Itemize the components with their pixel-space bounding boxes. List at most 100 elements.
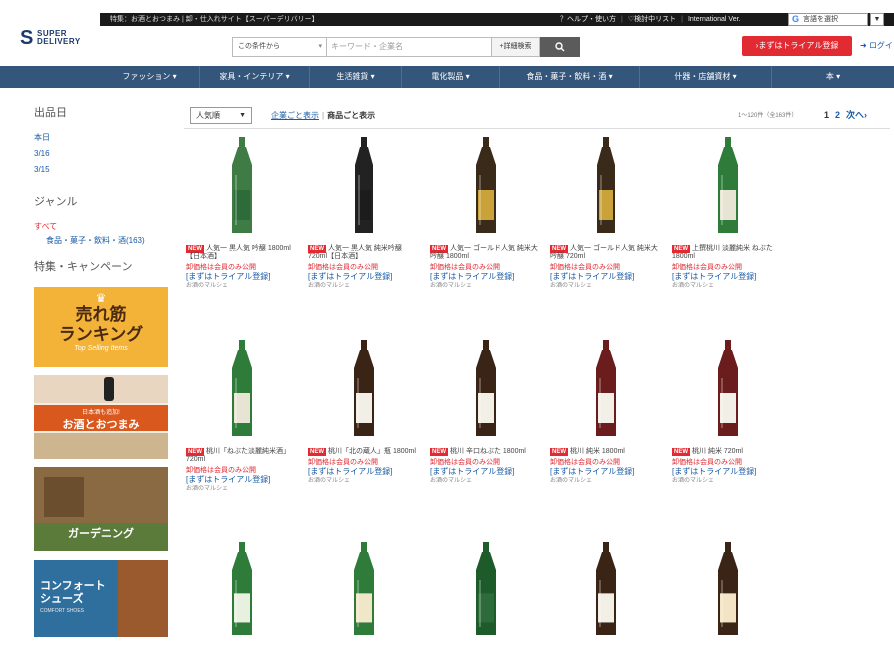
shop-name[interactable]: お酒のマルシェ <box>186 282 298 291</box>
language-selector[interactable]: G 言語を選択 <box>788 13 868 26</box>
shop-name[interactable]: お酒のマルシェ <box>308 282 420 291</box>
nav-item-food[interactable]: 食品・菓子・飲料・酒 ▾ <box>500 66 640 88</box>
product-image[interactable] <box>672 540 784 648</box>
product-card[interactable]: NEW 桃川 純米 1800ml 卸価格は会員のみ公開 [まずはトライアル登録] お酒の… <box>550 338 662 486</box>
sake-banner[interactable]: 日本酒も追加! お酒とおつまみ <box>34 375 168 459</box>
product-image[interactable] <box>430 135 542 243</box>
search-button[interactable] <box>540 37 580 57</box>
genre-food-link[interactable]: 食品・菓子・飲料・酒(163) <box>34 235 174 246</box>
date-heading: 出品日 <box>34 107 67 119</box>
product-image[interactable] <box>186 540 298 648</box>
trial-register-link[interactable]: [まずはトライアル登録] <box>672 467 784 477</box>
product-card[interactable] <box>186 540 298 648</box>
product-card[interactable]: NEW 人気一 黒人気 純米吟醸 720ml【日本酒】 卸価格は会員のみ公開 [まずは… <box>308 135 420 291</box>
search-input[interactable]: キーワード・企業名 <box>326 37 492 57</box>
nav-item-electronics[interactable]: 電化製品 ▾ <box>402 66 500 88</box>
shop-name[interactable]: お酒のマルシェ <box>186 485 298 494</box>
trial-register-link[interactable]: [まずはトライアル登録] <box>308 272 420 282</box>
shop-name[interactable]: お酒のマルシェ <box>550 282 662 291</box>
product-card[interactable]: NEW 上撰桃川 淡麗純米 ねぶた 1800ml 卸価格は会員のみ公開 [まずはトライ… <box>672 135 784 291</box>
trial-register-button[interactable]: ›まずはトライアル登録 <box>742 36 852 56</box>
advanced-search-button[interactable]: +詳細検索 <box>492 37 540 57</box>
product-title[interactable]: NEW 桃川 辛口ねぶた 1800ml <box>430 448 542 456</box>
sort-select[interactable]: 人気順 ▼ <box>190 107 252 124</box>
trial-register-link[interactable]: [まずはトライアル登録] <box>308 467 420 477</box>
shop-name[interactable]: お酒のマルシェ <box>672 282 784 291</box>
wishlist-link[interactable]: ♡検討中リスト <box>628 13 676 26</box>
shop-name[interactable]: お酒のマルシェ <box>430 477 542 486</box>
shop-name[interactable]: お酒のマルシェ <box>550 477 662 486</box>
product-image[interactable] <box>308 540 420 648</box>
separator: | <box>621 16 623 23</box>
members-only-price: 卸価格は会員のみ公開 <box>672 459 742 466</box>
search-scope-select[interactable]: この条件から ▾ <box>232 37 326 57</box>
product-image[interactable] <box>672 135 784 243</box>
bottle-icon <box>596 340 616 436</box>
trial-register-link[interactable]: [まずはトライアル登録] <box>430 272 542 282</box>
trial-register-link[interactable]: [まずはトライアル登録] <box>550 272 662 282</box>
page-link[interactable]: 2 <box>835 110 840 120</box>
product-title[interactable]: NEW 上撰桃川 淡麗純米 ねぶた 1800ml <box>672 245 784 261</box>
product-card[interactable]: NEW 桃川「ねぶた淡麗純米酒」720ml 卸価格は会員のみ公開 [まずはトライアル登… <box>186 338 298 494</box>
shop-name[interactable]: お酒のマルシェ <box>308 477 420 486</box>
product-card[interactable]: NEW 桃川「北の蔵人」瓶 1800ml 卸価格は会員のみ公開 [まずはトライアル登録… <box>308 338 420 486</box>
product-card[interactable] <box>308 540 420 648</box>
product-card[interactable]: NEW 人気一 ゴールド人気 純米大吟醸 720ml 卸価格は会員のみ公開 [まずはト… <box>550 135 662 291</box>
product-image[interactable] <box>308 338 420 446</box>
login-link[interactable]: ➜ ログイン <box>860 36 894 56</box>
date-link[interactable]: 3/16 <box>34 148 174 159</box>
shop-name[interactable]: お酒のマルシェ <box>672 477 784 486</box>
trial-register-link[interactable]: [まずはトライアル登録] <box>430 467 542 477</box>
product-title[interactable]: NEW 桃川「ねぶた淡麗純米酒」720ml <box>186 448 298 464</box>
product-title[interactable]: NEW 人気一 黒人気 純米吟醸 720ml【日本酒】 <box>308 245 420 261</box>
next-page-link[interactable]: 次へ› <box>846 110 867 120</box>
product-image[interactable] <box>550 135 662 243</box>
view-by-company-link[interactable]: 企業ごと表示 <box>271 111 319 120</box>
product-card[interactable] <box>672 540 784 648</box>
help-link[interactable]: ？ヘルプ・使い方 <box>560 13 616 26</box>
product-title[interactable]: NEW 人気一 ゴールド人気 純米大吟醸 720ml <box>550 245 662 261</box>
date-link[interactable]: 本日 <box>34 132 174 143</box>
nav-item-books[interactable]: 本 ▾ <box>772 66 894 88</box>
product-title[interactable]: NEW 人気一 ゴールド人気 純米大吟醸 1800ml <box>430 245 542 261</box>
product-card[interactable] <box>550 540 662 648</box>
nav-item-furniture[interactable]: 家具・インテリア ▾ <box>200 66 310 88</box>
product-image[interactable] <box>550 540 662 648</box>
product-image[interactable] <box>186 338 298 446</box>
trial-register-link[interactable]: [まずはトライアル登録] <box>672 272 784 282</box>
shoes-banner[interactable]: コンフォート シューズ COMFORT SHOES <box>34 560 168 637</box>
product-image[interactable] <box>430 338 542 446</box>
product-title[interactable]: NEW 桃川「北の蔵人」瓶 1800ml <box>308 448 420 456</box>
product-title[interactable]: NEW 桃川 純米 1800ml <box>550 448 662 456</box>
gardening-banner[interactable]: ガーデニング <box>34 467 168 551</box>
product-card[interactable]: NEW 桃川 純米 720ml 卸価格は会員のみ公開 [まずはトライアル登録] お酒のマ… <box>672 338 784 486</box>
members-only-price: 卸価格は会員のみ公開 <box>430 459 500 466</box>
product-card[interactable]: NEW 人気一 ゴールド人気 純米大吟醸 1800ml 卸価格は会員のみ公開 [まずは… <box>430 135 542 291</box>
product-image[interactable] <box>308 135 420 243</box>
nav-item-household[interactable]: 生活雑貨 ▾ <box>310 66 402 88</box>
product-image[interactable] <box>186 135 298 243</box>
shop-name[interactable]: お酒のマルシェ <box>430 282 542 291</box>
trial-register-link[interactable]: [まずはトライアル登録] <box>550 467 662 477</box>
date-link[interactable]: 3/15 <box>34 164 174 175</box>
product-title[interactable]: NEW 人気一 黒人気 吟醸 1800ml【日本酒】 <box>186 245 298 261</box>
product-title[interactable]: NEW 桃川 純米 720ml <box>672 448 784 456</box>
bottle-icon <box>232 542 252 635</box>
trial-register-link[interactable]: [まずはトライアル登録] <box>186 475 298 485</box>
nav-item-fixtures[interactable]: 什器・店舗資材 ▾ <box>640 66 772 88</box>
new-badge: NEW <box>672 245 690 253</box>
genre-all-link[interactable]: すべて <box>34 221 174 232</box>
product-image[interactable] <box>430 540 542 648</box>
product-card[interactable] <box>430 540 542 648</box>
trial-register-link[interactable]: [まずはトライアル登録] <box>186 272 298 282</box>
product-card[interactable]: NEW 人気一 黒人気 吟醸 1800ml【日本酒】 卸価格は会員のみ公開 [まずはト… <box>186 135 298 291</box>
site-logo[interactable]: S SUPER DELIVERY <box>20 27 110 49</box>
international-link[interactable]: International Ver. <box>688 13 741 26</box>
product-image[interactable] <box>672 338 784 446</box>
ranking-banner[interactable]: ♛ 売れ筋 ランキング Top Selling Items <box>34 287 168 367</box>
search-scope-label: この条件から <box>238 43 280 50</box>
product-card[interactable]: NEW 桃川 辛口ねぶた 1800ml 卸価格は会員のみ公開 [まずはトライアル登録]… <box>430 338 542 486</box>
nav-item-fashion[interactable]: ファッション ▾ <box>100 66 200 88</box>
chevron-down-icon[interactable]: ▼ <box>870 13 884 26</box>
product-image[interactable] <box>550 338 662 446</box>
